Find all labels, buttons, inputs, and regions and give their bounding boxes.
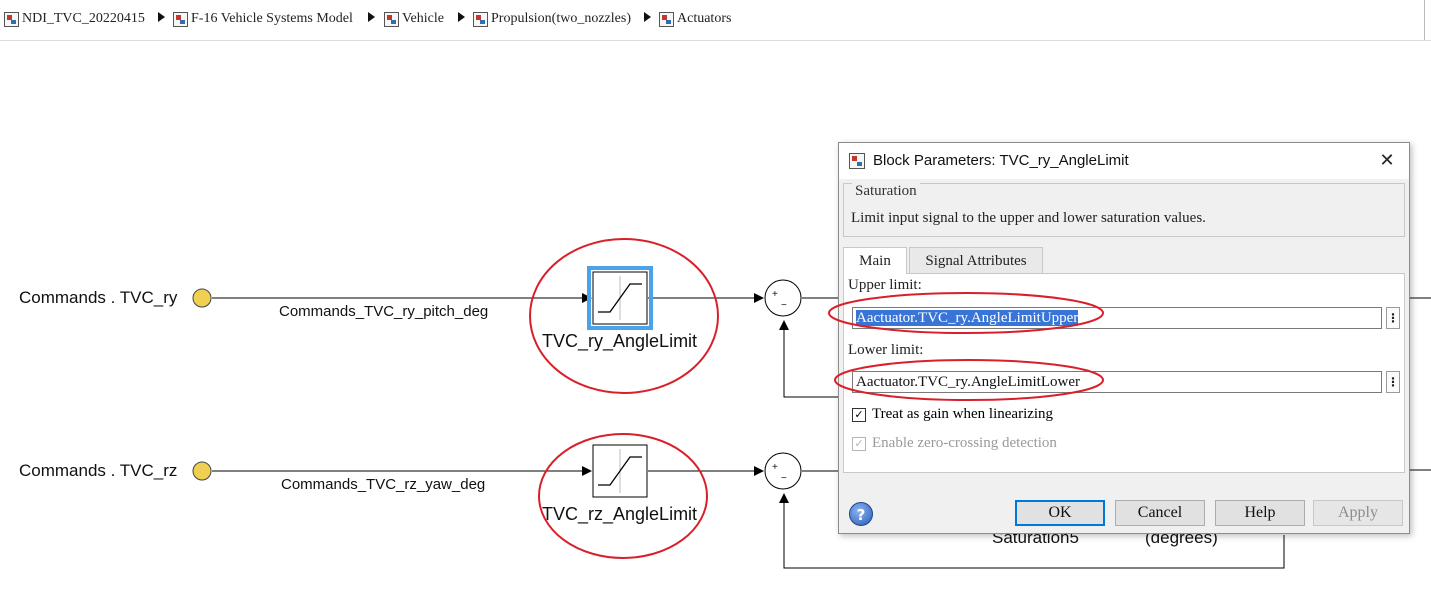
lower-limit-value: Aactuator.TVC_ry.AngleLimitLower bbox=[856, 374, 1080, 390]
checkmark-icon: ✓ bbox=[852, 407, 866, 422]
dialog-title: Block Parameters: TVC_ry_AngleLimit bbox=[873, 152, 1129, 169]
breadcrumb-item-f16-vehicle[interactable]: F-16 Vehicle Systems Model bbox=[173, 8, 353, 30]
treat-as-gain-checkbox[interactable]: ✓ Treat as gain when linearizing bbox=[852, 406, 1053, 423]
zero-crossing-label: Enable zero-crossing detection bbox=[872, 435, 1057, 451]
help-icon[interactable]: ? bbox=[849, 502, 873, 526]
close-icon[interactable]: ✕ bbox=[1375, 149, 1399, 173]
apply-button: Apply bbox=[1313, 500, 1403, 526]
model-icon bbox=[4, 11, 19, 27]
breadcrumb-separator-icon bbox=[158, 12, 165, 22]
sum-minus-sign: − bbox=[781, 473, 787, 484]
breadcrumb-separator-icon bbox=[458, 12, 465, 22]
treat-as-gain-label: Treat as gain when linearizing bbox=[872, 406, 1054, 422]
breadcrumb-scroll-edge bbox=[1424, 0, 1431, 40]
inport-rz-label: Commands . TVC_rz bbox=[19, 461, 178, 480]
inport-rz-icon[interactable] bbox=[192, 461, 212, 481]
dialog-titlebar[interactable]: Block Parameters: TVC_ry_AngleLimit ✕ bbox=[839, 143, 1409, 179]
signal-label-rz[interactable]: Commands_TVC_rz_yaw_deg bbox=[281, 476, 485, 493]
lower-limit-more-icon[interactable]: ⋮ bbox=[1386, 371, 1400, 393]
subsystem-icon bbox=[384, 11, 399, 27]
tab-main[interactable]: Main bbox=[843, 247, 907, 274]
subsystem-icon bbox=[173, 11, 188, 27]
signal-label-ry[interactable]: Commands_TVC_ry_pitch_deg bbox=[279, 303, 488, 320]
breadcrumb-item-ndi-tvc[interactable]: NDI_TVC_20220415 bbox=[4, 8, 145, 30]
block-name-ry[interactable]: TVC_ry_AngleLimit bbox=[542, 331, 697, 352]
subsystem-icon bbox=[473, 11, 488, 27]
help-button[interactable]: Help bbox=[1215, 500, 1305, 526]
breadcrumb-item-vehicle[interactable]: Vehicle bbox=[384, 8, 444, 30]
block-name-rz[interactable]: TVC_rz_AngleLimit bbox=[542, 504, 697, 525]
simulink-window: NDI_TVC_20220415 F-16 Vehicle Systems Mo… bbox=[0, 0, 1431, 594]
breadcrumb-item-label: NDI_TVC_20220415 bbox=[22, 11, 145, 26]
main-tab-panel: Upper limit: Aactuator.TVC_ry.AngleLimit… bbox=[843, 273, 1405, 473]
cancel-button[interactable]: Cancel bbox=[1115, 500, 1205, 526]
breadcrumb: NDI_TVC_20220415 F-16 Vehicle Systems Mo… bbox=[0, 0, 1431, 41]
lower-limit-input[interactable]: Aactuator.TVC_ry.AngleLimitLower bbox=[852, 371, 1382, 393]
breadcrumb-separator-icon bbox=[644, 12, 651, 22]
tab-signal-attributes[interactable]: Signal Attributes bbox=[909, 247, 1043, 273]
simulink-icon bbox=[849, 153, 865, 169]
block-description-group: Saturation Limit input signal to the upp… bbox=[843, 183, 1405, 237]
breadcrumb-item-actuators[interactable]: Actuators bbox=[659, 8, 731, 30]
upper-limit-label: Upper limit: bbox=[848, 277, 922, 293]
inport-ry-icon[interactable] bbox=[192, 288, 212, 308]
block-parameters-dialog: Block Parameters: TVC_ry_AngleLimit ✕ Sa… bbox=[838, 142, 1410, 534]
subsystem-icon bbox=[659, 11, 674, 27]
zero-crossing-checkbox: ✓ Enable zero-crossing detection bbox=[852, 435, 1057, 452]
upper-limit-input[interactable]: Aactuator.TVC_ry.AngleLimitUpper bbox=[852, 307, 1382, 329]
ok-button[interactable]: OK bbox=[1015, 500, 1105, 526]
breadcrumb-item-propulsion[interactable]: Propulsion(two_nozzles) bbox=[473, 8, 631, 30]
sum-plus-sign: + bbox=[772, 462, 778, 473]
upper-limit-more-icon[interactable]: ⋮ bbox=[1386, 307, 1400, 329]
inport-ry-label: Commands . TVC_ry bbox=[19, 288, 178, 307]
breadcrumb-item-label: Vehicle bbox=[402, 11, 444, 26]
checkmark-icon: ✓ bbox=[852, 436, 866, 451]
breadcrumb-item-label: Propulsion(two_nozzles) bbox=[491, 11, 631, 26]
breadcrumb-item-label: Actuators bbox=[677, 11, 732, 26]
sum-minus-sign: − bbox=[781, 300, 787, 311]
lower-limit-label: Lower limit: bbox=[848, 342, 924, 358]
breadcrumb-separator-icon bbox=[368, 12, 375, 22]
sum-plus-sign: + bbox=[772, 289, 778, 300]
upper-limit-value: Aactuator.TVC_ry.AngleLimitUpper bbox=[856, 310, 1079, 326]
breadcrumb-item-label: F-16 Vehicle Systems Model bbox=[191, 11, 353, 26]
group-title: Saturation bbox=[852, 183, 920, 200]
block-description: Limit input signal to the upper and lowe… bbox=[851, 210, 1206, 226]
